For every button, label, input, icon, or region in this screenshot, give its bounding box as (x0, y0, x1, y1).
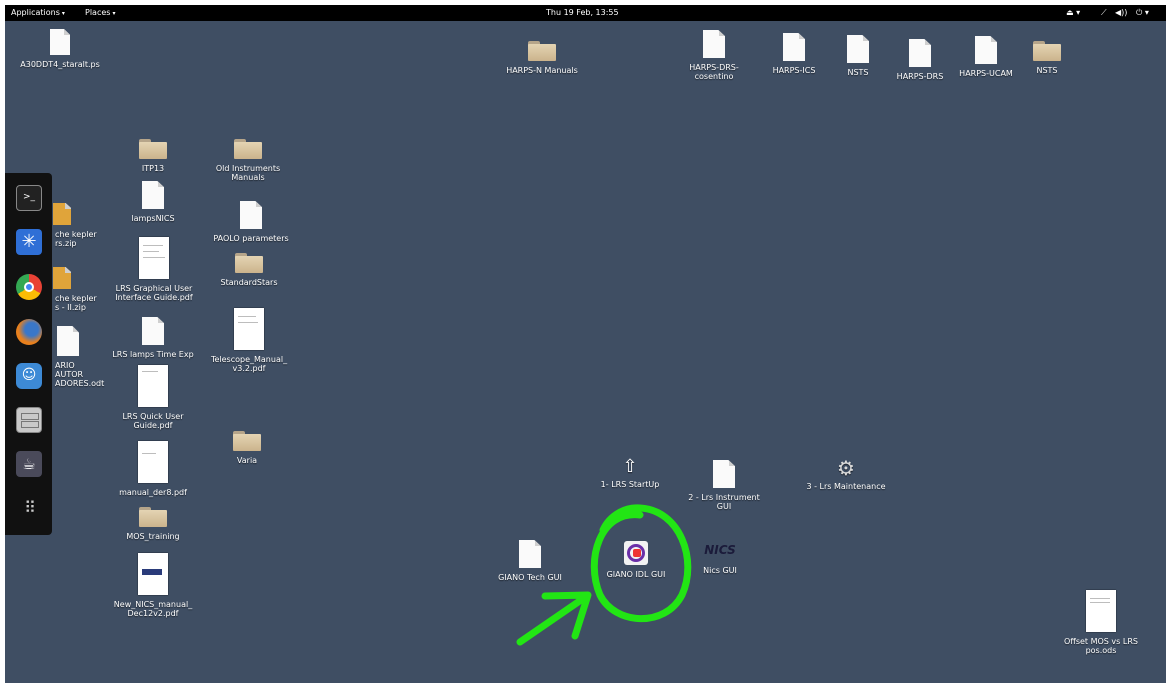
annotation-overlay (516, 504, 692, 646)
annotation-arrow (516, 591, 592, 646)
annotation-circle (590, 504, 692, 623)
